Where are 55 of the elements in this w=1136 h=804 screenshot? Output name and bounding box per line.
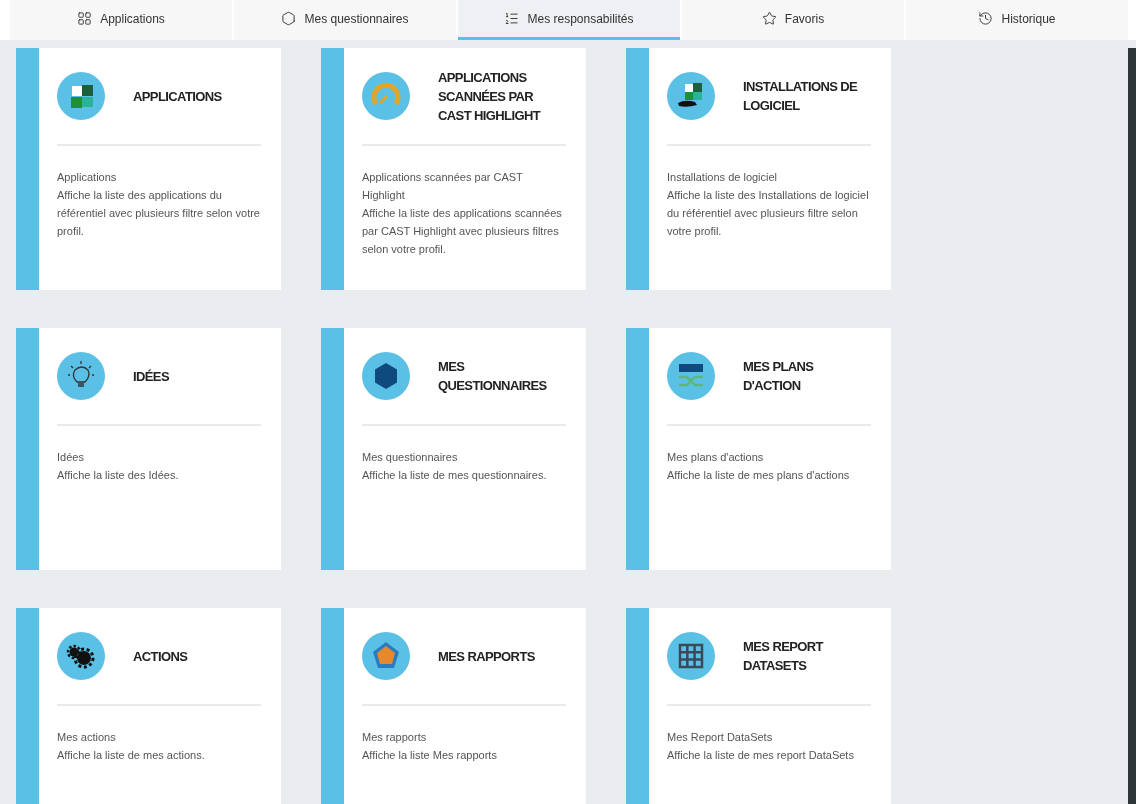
card-description: Applications [57, 170, 118, 185]
card-title: ACTIONS [133, 647, 189, 666]
card-title: APPLICATIONS [133, 87, 223, 106]
tab[interactable]: Mes questionnaires [234, 0, 456, 40]
radar-icon [362, 632, 410, 680]
card-title: MES REPORT DATASETS [743, 638, 825, 675]
card[interactable]: MES QUESTIONNAIRES Mes questionnaires Affiche la liste de mes questionnaires. [321, 328, 586, 570]
scrollbar[interactable] [1128, 48, 1136, 804]
card-description: Mes plans d'actions [667, 450, 765, 465]
card[interactable]: ACTIONS Mes actions Affiche la liste de mes actions. [16, 608, 281, 804]
card-description: Affiche la liste de mes actions. [57, 748, 206, 763]
card-description: Idées [57, 450, 85, 465]
card-description: Affiche la liste des applications du référentiel avec plusieurs filtre selon votre profil. [57, 188, 261, 239]
card-title: INSTALLATIONS DE LOGICIEL [743, 78, 859, 115]
card-title: IDÉES [133, 367, 170, 386]
tab[interactable]: Mes responsabilités [458, 0, 680, 40]
card-description: Affiche la liste des applications scannées par CAST Highlight avec plusieurs filtres selon votre profil. [362, 206, 563, 257]
puzzle-hand-icon [667, 72, 715, 120]
card-description: Affiche la liste de mes report DataSets [667, 748, 855, 763]
card-description: Mes actions [57, 730, 117, 745]
card-title: APPLICATIONS SCANNÉES PAR CAST HIGHLIGHT [438, 68, 542, 125]
bulb-icon [57, 352, 105, 400]
card-description: Installations de logiciel [667, 170, 779, 185]
card[interactable]: MES RAPPORTS Mes rapports Affiche la liste Mes rapports [321, 608, 586, 804]
card-description: Affiche la liste Mes rapports [362, 748, 498, 763]
star-icon [761, 11, 777, 26]
tab[interactable]: Historique [906, 0, 1128, 40]
plans-icon [667, 352, 715, 400]
card-title: MES PLANS D'ACTION [743, 358, 815, 395]
card-description: Affiche la liste des Idées. [57, 468, 180, 483]
card[interactable]: APPLICATIONS SCANNÉES PAR CAST HIGHLIGHT Applications scannées par CAST Highlight Affiche la liste des applications scannées par CAST Highlight avec plusieurs filtres selon votre profil. [321, 48, 586, 290]
card-description: Affiche la liste de mes questionnaires. [362, 468, 548, 483]
card-title: MES QUESTIONNAIRES [438, 358, 548, 395]
card-description: Applications scannées par CAST Highlight [362, 170, 524, 203]
gears-icon [57, 632, 105, 680]
card[interactable]: IDÉES Idées Affiche la liste des Idées. [16, 328, 281, 570]
grid-icon [667, 632, 715, 680]
tab[interactable]: Applications [10, 0, 232, 40]
card[interactable]: INSTALLATIONS DE LOGICIEL Installations de logiciel Affiche la liste des Installations de logiciel du référentiel avec plusieurs filtre selon votre profil. [626, 48, 891, 290]
card-description: Affiche la liste de mes plans d'actions [667, 468, 851, 483]
card[interactable]: APPLICATIONS Applications Affiche la liste des applications du référentiel avec plusieurs filtre selon votre profil. [16, 48, 281, 290]
card-description: Mes questionnaires [362, 450, 459, 465]
apps-icon [77, 11, 93, 26]
gauge-icon [362, 72, 410, 120]
history-icon [978, 11, 994, 26]
card-description: Affiche la liste des Installations de logiciel du référentiel avec plusieurs filtre selon votre profil. [667, 188, 870, 239]
card-title: MES RAPPORTS [438, 647, 536, 666]
puzzle-icon [57, 72, 105, 120]
card[interactable]: MES REPORT DATASETS Mes Report DataSets Affiche la liste de mes report DataSets [626, 608, 891, 804]
card-description: Mes rapports [362, 730, 428, 745]
card-description: Mes Report DataSets [667, 730, 774, 745]
list-icon [504, 11, 520, 26]
hexagon-icon [281, 11, 297, 26]
card[interactable]: MES PLANS D'ACTION Mes plans d'actions Affiche la liste de mes plans d'actions [626, 328, 891, 570]
tab[interactable]: Favoris [682, 0, 904, 40]
